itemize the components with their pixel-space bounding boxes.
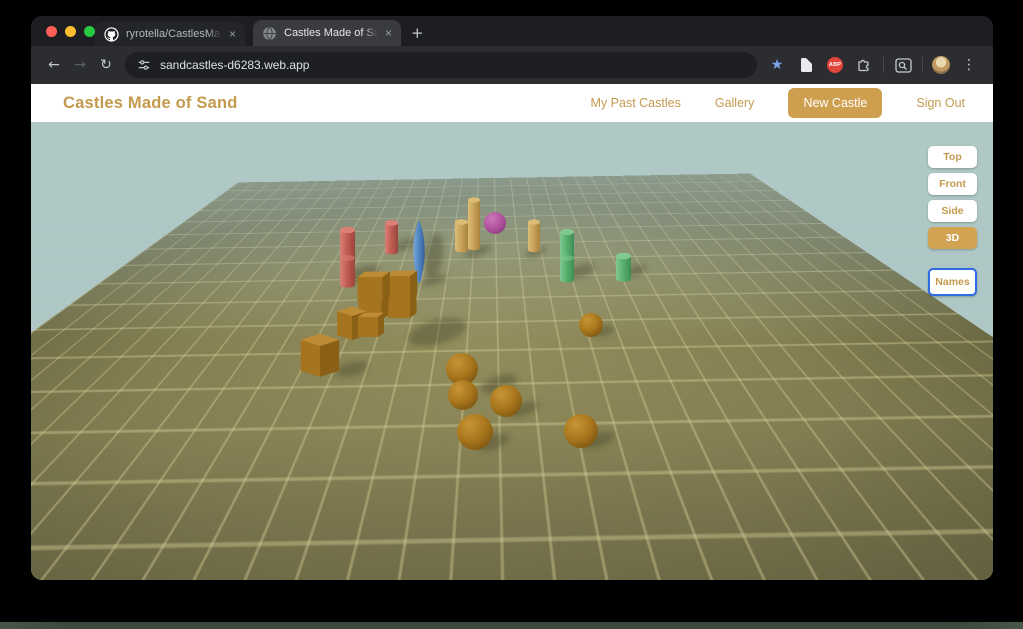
desktop-edge (0, 622, 1023, 629)
nav-my-past-castles[interactable]: My Past Castles (591, 96, 681, 110)
toolbar-right: ★ ABP ⋮ (767, 55, 983, 75)
view-3d-button[interactable]: 3D (928, 227, 977, 249)
tab-title: Castles Made of Sand (284, 27, 378, 39)
new-tab-button[interactable]: + (411, 24, 424, 42)
close-window-button[interactable] (46, 26, 57, 37)
tab-title: ryrotella/CastlesMadeOfSand (126, 28, 222, 40)
close-tab-icon[interactable]: × (229, 27, 236, 41)
ochre-sphere-stack-bottom[interactable] (448, 380, 478, 410)
zoom-window-button[interactable] (84, 26, 95, 37)
forward-icon[interactable]: → (67, 57, 93, 73)
ochre-sphere-far[interactable] (579, 313, 603, 337)
view-controls: Top Front Side 3D Names (928, 146, 977, 296)
shape-shadow (422, 232, 446, 278)
github-icon (104, 27, 119, 42)
globe-icon (262, 26, 277, 41)
url-text: sandcastles-d6283.web.app (160, 58, 309, 72)
ochre-sphere-mid[interactable] (490, 385, 522, 417)
adblock-icon[interactable]: ABP (825, 55, 845, 75)
browser-toolbar: ← → ↻ sandcastles-d6283.web.app ★ ABP (31, 46, 993, 84)
minimize-window-button[interactable] (65, 26, 76, 37)
shadows (335, 232, 648, 454)
side-panel-search-icon[interactable] (893, 55, 913, 75)
browser-menu-icon[interactable]: ⋮ (959, 55, 979, 75)
cube-column-left-top[interactable] (358, 272, 391, 303)
red-cylinder-short[interactable] (385, 220, 398, 254)
view-side-button[interactable]: Side (928, 200, 977, 222)
back-icon[interactable]: ← (41, 57, 67, 73)
window-controls (46, 26, 95, 37)
toolbar-separator (883, 57, 884, 73)
app-header: Castles Made of Sand My Past Castles Gal… (31, 84, 993, 122)
green-cylinder-tall[interactable] (560, 229, 574, 283)
reload-icon[interactable]: ↻ (93, 57, 119, 73)
profile-avatar[interactable] (932, 56, 950, 74)
nav-gallery[interactable]: Gallery (715, 96, 755, 110)
cube-column-right-top[interactable] (386, 271, 417, 300)
view-top-button[interactable]: Top (928, 146, 977, 168)
app-nav: My Past Castles Gallery New Castle Sign … (591, 88, 965, 118)
green-cylinder-short[interactable] (616, 253, 631, 282)
sign-out-link[interactable]: Sign Out (916, 96, 965, 110)
tab-strip: ryrotella/CastlesMadeOfSand × Castles Ma… (31, 16, 993, 46)
tab-app[interactable]: Castles Made of Sand × (253, 20, 401, 46)
ochre-sphere-front-right[interactable] (564, 414, 598, 448)
toolbar-separator (922, 57, 923, 73)
browser-window: ryrotella/CastlesMadeOfSand × Castles Ma… (31, 16, 993, 580)
site-settings-icon[interactable] (137, 58, 151, 72)
new-castle-button[interactable]: New Castle (788, 88, 882, 118)
page-title: Castles Made of Sand (63, 94, 238, 113)
tan-cylinder-tall[interactable] (468, 197, 480, 250)
tab-github[interactable]: ryrotella/CastlesMadeOfSand × (95, 22, 245, 46)
cube-pair-right[interactable] (358, 313, 384, 337)
scene-canvas[interactable]: Top Front Side 3D Names (31, 122, 993, 580)
shape-shadow (405, 313, 469, 352)
names-toggle-button[interactable]: Names (928, 268, 977, 296)
view-front-button[interactable]: Front (928, 173, 977, 195)
scene-shapes-layer (31, 122, 993, 580)
tan-cylinder-front[interactable] (455, 219, 468, 252)
shape-shadow (335, 358, 370, 380)
document-extension-icon[interactable] (796, 55, 816, 75)
red-cylinder-tall[interactable] (340, 227, 355, 288)
tan-cylinder-right[interactable] (528, 219, 540, 252)
url-bar[interactable]: sandcastles-d6283.web.app (125, 52, 757, 78)
extensions-puzzle-icon[interactable] (854, 55, 874, 75)
magenta-sphere[interactable] (484, 212, 506, 234)
ochre-sphere-front-left[interactable] (457, 414, 493, 450)
bookmark-star-icon[interactable]: ★ (767, 55, 787, 75)
close-tab-icon[interactable]: × (385, 26, 392, 40)
cube-single[interactable] (301, 334, 339, 377)
